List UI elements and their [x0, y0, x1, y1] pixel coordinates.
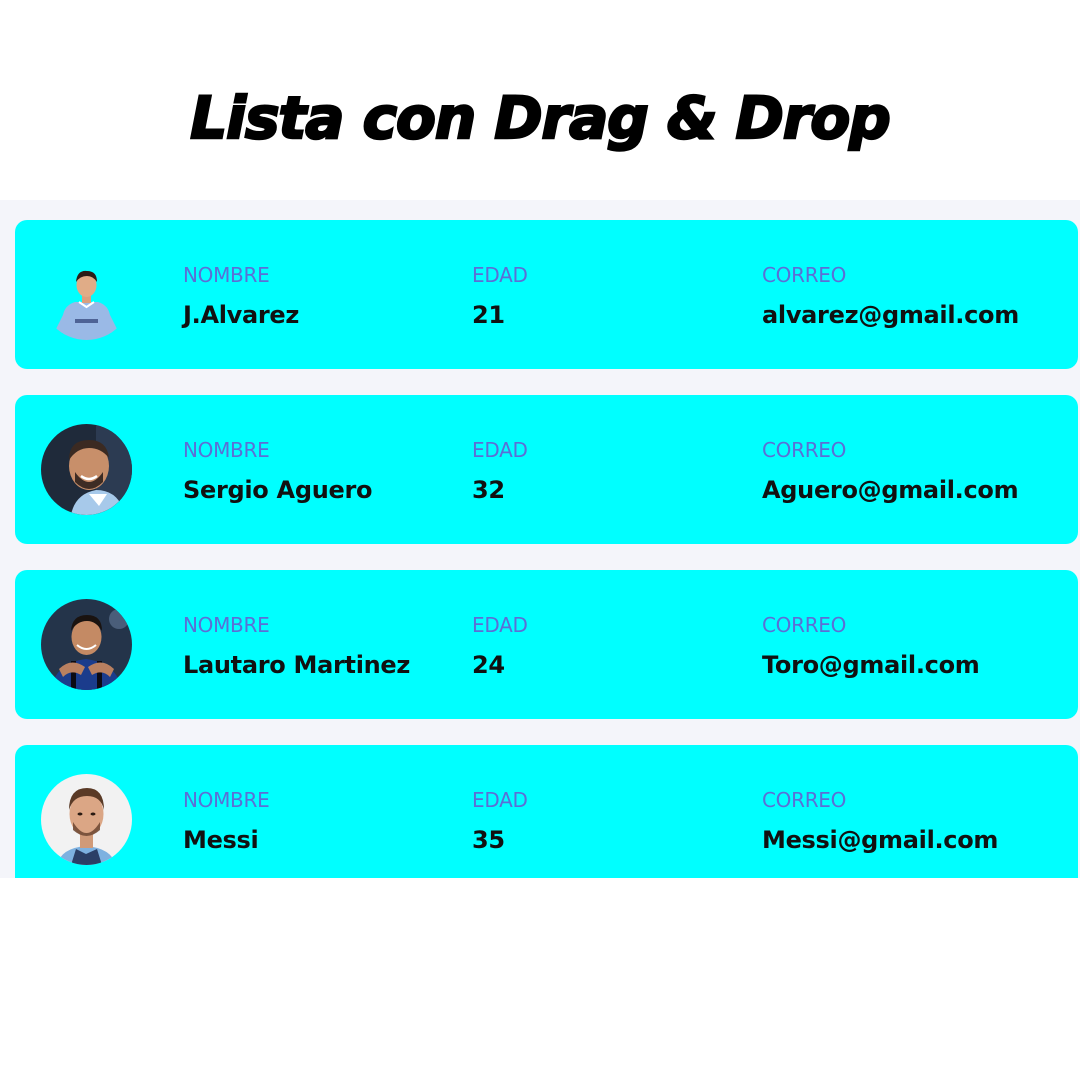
email-label: CORREO — [762, 438, 847, 462]
email-field: CORREO Toro@gmail.com — [762, 612, 980, 680]
player-photo-icon — [41, 599, 132, 690]
age-label: EDAD — [472, 263, 528, 287]
list-item[interactable]: NOMBRE J.Alvarez EDAD 21 CORREO alvarez@… — [15, 220, 1078, 369]
name-field: NOMBRE Messi — [183, 787, 270, 855]
name-field: NOMBRE Sergio Aguero — [183, 437, 373, 505]
age-label: EDAD — [472, 438, 528, 462]
page-title: Lista con Drag & Drop — [189, 83, 892, 154]
email-field: CORREO Messi@gmail.com — [762, 787, 998, 855]
name-field: NOMBRE Lautaro Martinez — [183, 612, 410, 680]
name-value: Lautaro Martinez — [183, 651, 411, 679]
age-value: 21 — [472, 301, 505, 329]
name-value: J.Alvarez — [183, 301, 300, 329]
list-item[interactable]: NOMBRE Sergio Aguero EDAD 32 CORREO Ague… — [15, 395, 1078, 544]
avatar — [41, 599, 132, 690]
email-field: CORREO Aguero@gmail.com — [762, 437, 1019, 505]
avatar — [41, 774, 132, 865]
age-value: 32 — [472, 476, 505, 504]
avatar — [41, 424, 132, 515]
age-field: EDAD 24 — [472, 612, 528, 680]
email-label: CORREO — [762, 263, 847, 287]
name-field: NOMBRE J.Alvarez — [183, 262, 299, 330]
name-value: Messi — [183, 826, 259, 854]
player-photo-icon — [41, 249, 132, 340]
age-field: EDAD 35 — [472, 787, 528, 855]
name-label: NOMBRE — [183, 438, 270, 462]
age-value: 24 — [472, 651, 505, 679]
avatar — [41, 249, 132, 340]
name-label: NOMBRE — [183, 613, 270, 637]
email-value: Messi@gmail.com — [762, 826, 999, 854]
email-value: Toro@gmail.com — [762, 651, 980, 679]
email-field: CORREO alvarez@gmail.com — [762, 262, 1019, 330]
email-value: alvarez@gmail.com — [762, 301, 1019, 329]
email-label: CORREO — [762, 788, 847, 812]
email-label: CORREO — [762, 613, 847, 637]
player-photo-icon — [41, 424, 132, 515]
draggable-list: NOMBRE J.Alvarez EDAD 21 CORREO alvarez@… — [0, 200, 1080, 878]
list-item[interactable]: NOMBRE Lautaro Martinez EDAD 24 CORREO T… — [15, 570, 1078, 719]
name-label: NOMBRE — [183, 788, 270, 812]
name-value: Sergio Aguero — [183, 476, 373, 504]
email-value: Aguero@gmail.com — [762, 476, 1019, 504]
name-label: NOMBRE — [183, 263, 270, 287]
age-value: 35 — [472, 826, 505, 854]
age-field: EDAD 32 — [472, 437, 528, 505]
player-photo-icon — [41, 774, 132, 865]
list-item[interactable]: NOMBRE Messi EDAD 35 CORREO Messi@gmail.… — [15, 745, 1078, 878]
age-label: EDAD — [472, 613, 528, 637]
age-field: EDAD 21 — [472, 262, 528, 330]
age-label: EDAD — [472, 788, 528, 812]
